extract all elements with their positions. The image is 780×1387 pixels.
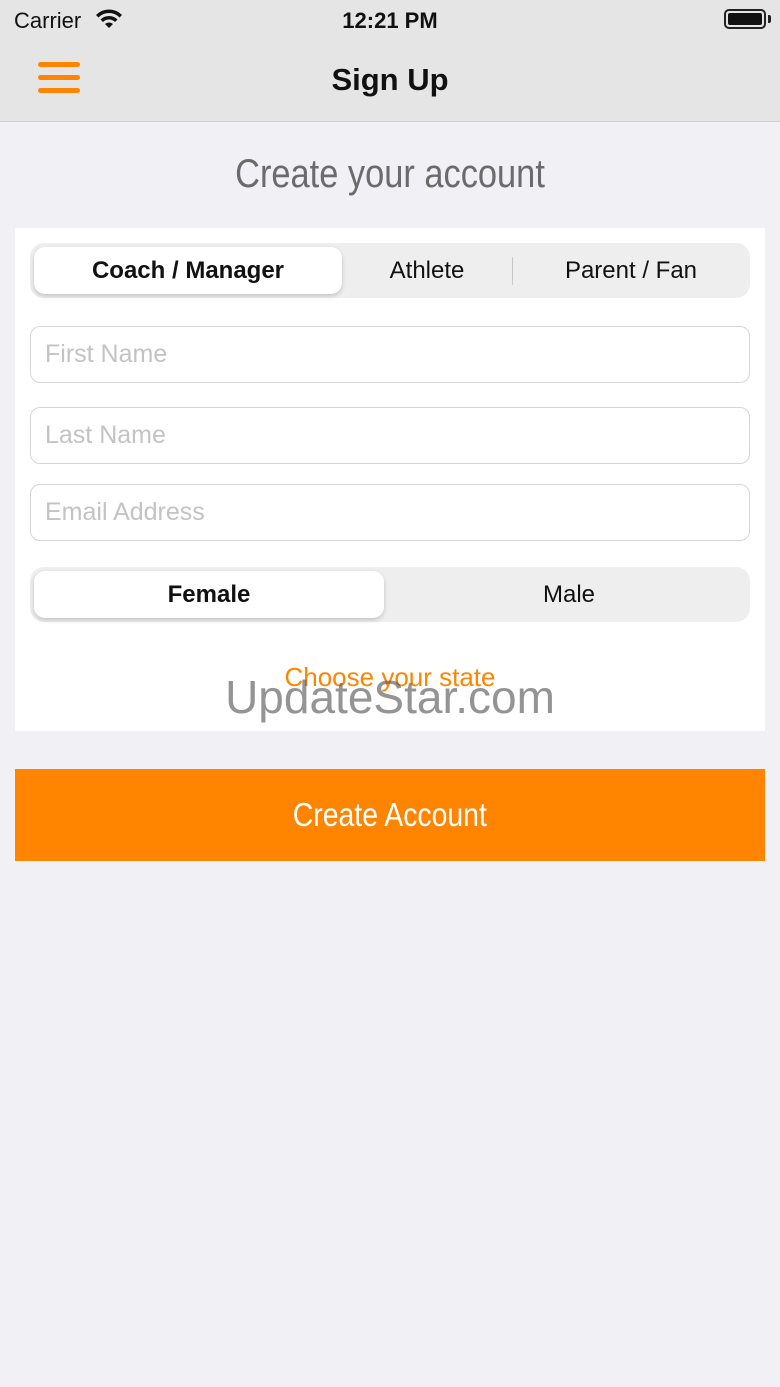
last-name-field[interactable] <box>30 407 750 464</box>
email-field[interactable] <box>30 484 750 541</box>
signup-form-card: Coach / Manager Athlete Parent / Fan Fem… <box>15 228 765 731</box>
segment-coach-manager[interactable]: Coach / Manager <box>34 247 342 294</box>
navigation-bar: Sign Up <box>0 40 780 122</box>
segment-male[interactable]: Male <box>392 571 746 618</box>
gender-segmented-control: Female Male <box>30 567 750 622</box>
create-account-button[interactable]: Create Account <box>15 769 765 861</box>
watermark: UpdateStar.com <box>225 671 555 723</box>
battery-cap <box>768 15 771 23</box>
segment-female[interactable]: Female <box>34 571 384 618</box>
first-name-field[interactable] <box>30 326 750 383</box>
battery-icon <box>724 9 766 29</box>
role-segmented-control: Coach / Manager Athlete Parent / Fan <box>30 243 750 298</box>
battery-level <box>728 13 762 25</box>
nav-title: Sign Up <box>331 62 449 97</box>
segment-parent-fan[interactable]: Parent / Fan <box>516 247 746 294</box>
segment-divider <box>512 257 513 285</box>
create-account-label: Create Account <box>292 796 488 833</box>
page-heading: Create your account <box>235 152 545 196</box>
status-bar: Carrier 12:21 PM <box>0 0 780 40</box>
segment-athlete[interactable]: Athlete <box>346 247 508 294</box>
clock: 12:21 PM <box>342 8 438 33</box>
